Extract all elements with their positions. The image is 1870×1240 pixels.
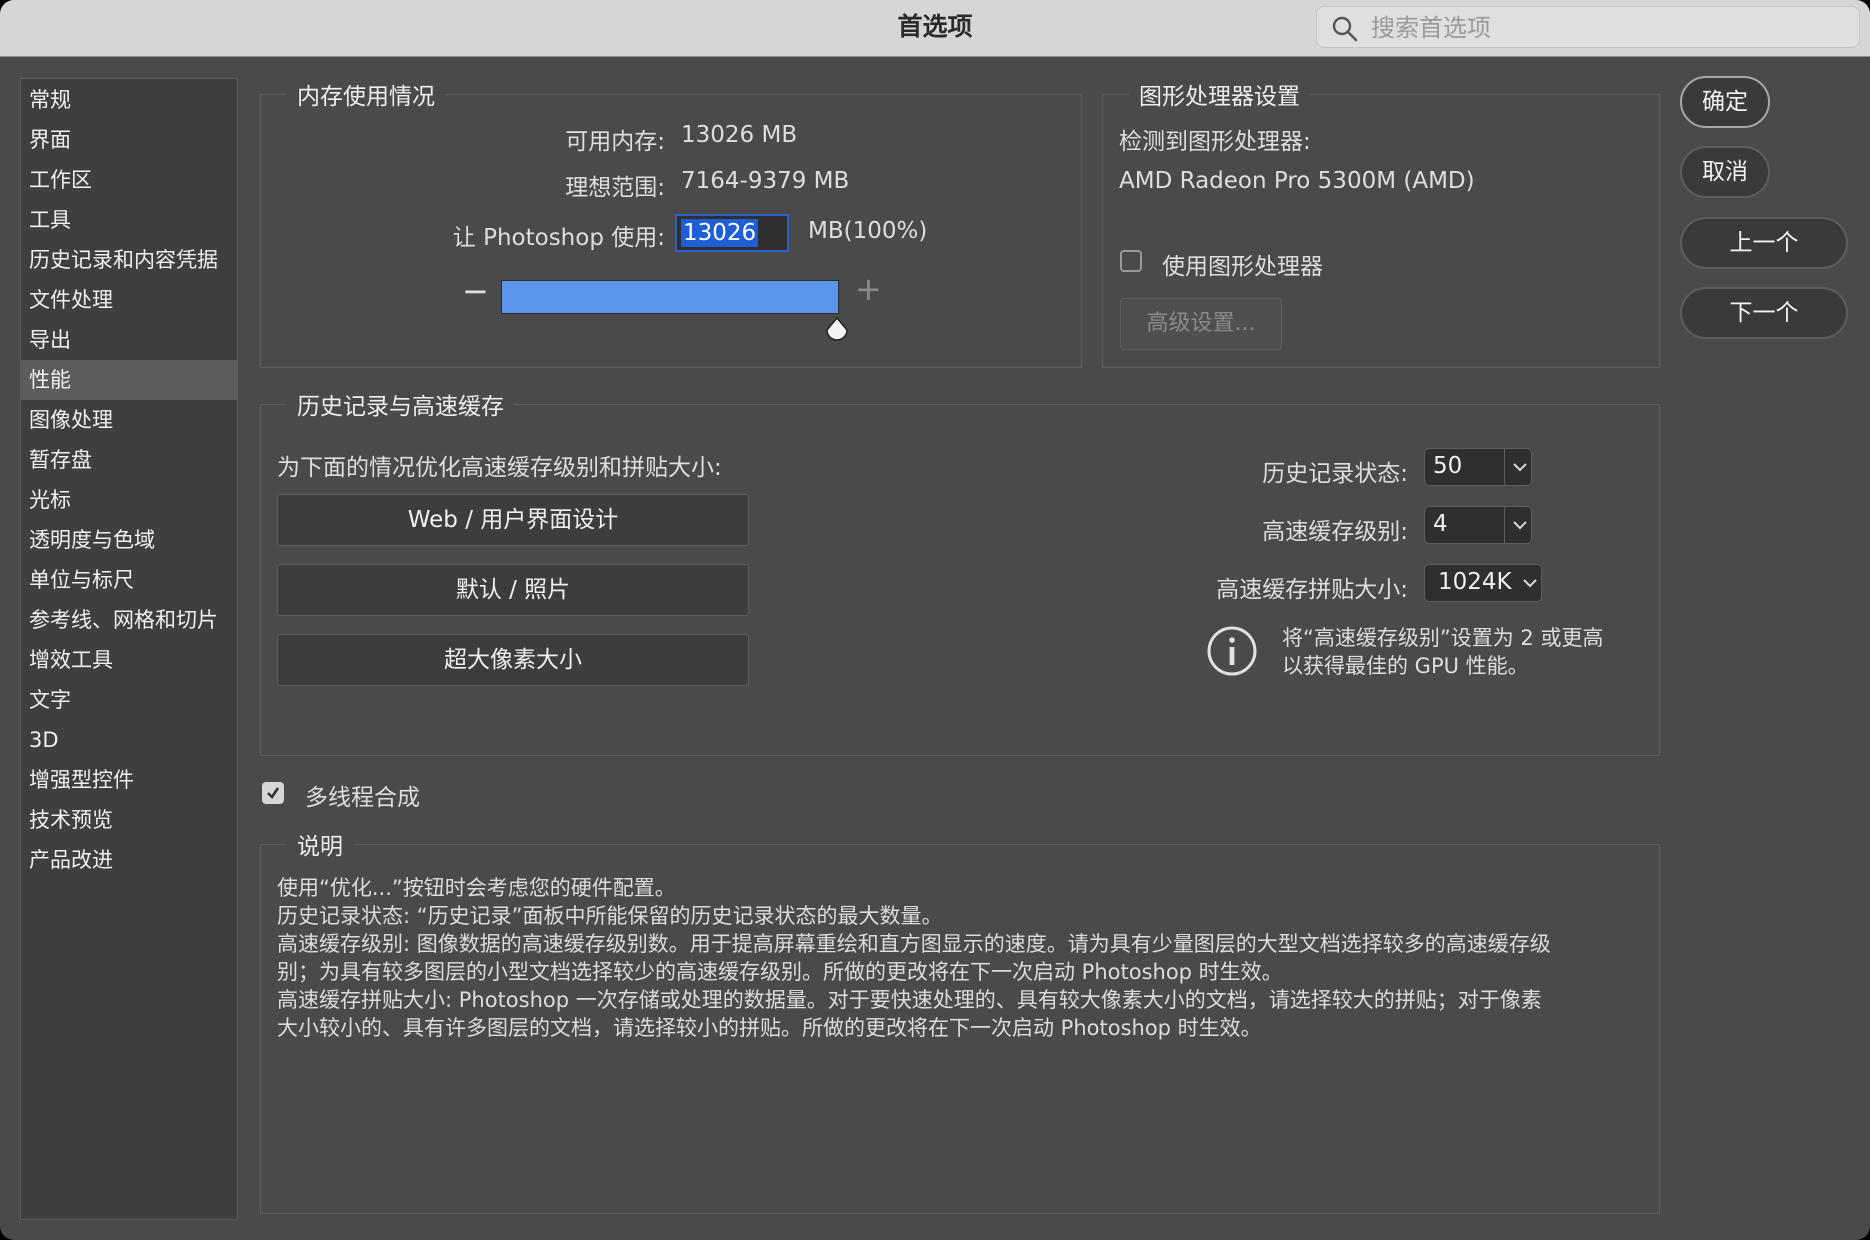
increase-memory-button[interactable]: + [855,270,882,308]
memory-usage-unit: MB(100%) [808,218,928,244]
chevron-down-icon [1513,521,1527,530]
sidebar-item-cursors[interactable]: 光标 [21,480,237,520]
multithreaded-compositing-label: 多线程合成 [305,785,420,811]
sidebar-item-units-rulers[interactable]: 单位与标尺 [21,560,237,600]
sidebar-item-guides-grid[interactable]: 参考线、网格和切片 [21,600,237,640]
ok-button[interactable]: 确定 [1680,76,1770,128]
memory-usage-group: 内存使用情况 [260,77,1082,368]
cache-levels-select[interactable]: 4 [1424,506,1532,544]
description-legend: 说明 [287,827,353,861]
sidebar-item-interface[interactable]: 界面 [21,120,237,160]
sidebar-item-performance[interactable]: 性能 [21,360,237,400]
memory-usage-value: 13026 [681,219,759,247]
search-input[interactable] [1369,11,1843,45]
decrease-memory-button[interactable]: − [462,272,489,310]
sidebar-item-plugins[interactable]: 增效工具 [21,640,237,680]
search-box[interactable] [1316,6,1860,48]
history-states-select[interactable]: 50 [1424,448,1532,486]
search-icon [1332,16,1358,42]
description-line: 高速缓存级别: 图像数据的高速缓存级别数。用于提高屏幕重绘和直方图显示的速度。请… [277,932,1551,956]
use-gpu-label: 使用图形处理器 [1162,254,1323,280]
multithreaded-compositing-checkbox[interactable] [262,782,284,804]
next-button[interactable]: 下一个 [1680,287,1848,339]
sidebar-item-tech-previews[interactable]: 技术预览 [21,800,237,840]
default-photos-button[interactable]: 默认 / 照片 [277,564,749,616]
sidebar-item-general[interactable]: 常规 [21,80,237,120]
sidebar-item-tools[interactable]: 工具 [21,200,237,240]
checkmark-icon [267,787,280,800]
available-memory-label: 可用内存: [565,129,665,155]
memory-slider-track[interactable] [501,280,839,314]
memory-slider-thumb[interactable] [824,316,850,342]
description-line: 历史记录状态: “历史记录”面板中所能保留的历史记录状态的最大数量。 [277,904,943,928]
title-bar: 首选项 [0,0,1870,57]
gpu-name: AMD Radeon Pro 5300M (AMD) [1119,168,1475,194]
optimize-label: 为下面的情况优化高速缓存级别和拼贴大小: [277,455,722,481]
gpu-info-line-1: 将“高速缓存级别”设置为 2 或更高 [1282,626,1604,650]
sidebar-item-export[interactable]: 导出 [21,320,237,360]
sidebar-item-file-handling[interactable]: 文件处理 [21,280,237,320]
chevron-down-icon [1513,463,1527,472]
previous-button[interactable]: 上一个 [1680,217,1848,269]
web-ui-design-button[interactable]: Web / 用户界面设计 [277,494,749,546]
sidebar-item-type[interactable]: 文字 [21,680,237,720]
use-gpu-checkbox[interactable] [1120,250,1142,272]
gpu-settings-legend: 图形处理器设置 [1129,77,1310,111]
info-icon [1207,626,1257,676]
sidebar-item-workspace[interactable]: 工作区 [21,160,237,200]
history-states-label: 历史记录状态: [1262,461,1408,487]
cache-tile-size-label: 高速缓存拼贴大小: [1216,577,1408,603]
description-line: 大小较小的、具有许多图层的文档，请选择较小的拼贴。所做的更改将在下一次启动 Ph… [277,1016,1262,1040]
cache-tile-size-select[interactable]: 1024K [1424,564,1542,602]
description-line: 别；为具有较多图层的小型文档选择较少的高速缓存级别。所做的更改将在下一次启动 P… [277,960,1283,984]
history-states-value: 50 [1433,453,1463,479]
sidebar-item-image-processing[interactable]: 图像处理 [21,400,237,440]
huge-pixel-dimensions-button[interactable]: 超大像素大小 [277,634,749,686]
sidebar-item-3d[interactable]: 3D [21,720,237,760]
sidebar-item-scratch-disks[interactable]: 暂存盘 [21,440,237,480]
cancel-button[interactable]: 取消 [1680,146,1770,198]
memory-usage-legend: 内存使用情况 [287,77,445,111]
description-line: 使用“优化...”按钮时会考虑您的硬件配置。 [277,876,676,900]
cache-levels-value: 4 [1433,511,1448,537]
ideal-range-value: 7164-9379 MB [681,168,850,194]
description-line: 高速缓存拼贴大小: Photoshop 一次存储或处理的数据量。对于要快速处理的… [277,988,1542,1012]
sidebar-item-enhanced-controls[interactable]: 增强型控件 [21,760,237,800]
history-cache-legend: 历史记录与高速缓存 [287,387,514,421]
sidebar-item-product-improvement[interactable]: 产品改进 [21,840,237,880]
available-memory-value: 13026 MB [681,122,798,148]
preferences-window: 首选项 常规 界面 工作区 工具 历史记录和内容凭据 文件处理 导出 性能 图像… [0,0,1870,1240]
cache-levels-label: 高速缓存级别: [1262,519,1408,545]
cache-tile-size-value: 1024K [1438,569,1512,595]
ideal-range-label: 理想范围: [565,175,665,201]
chevron-down-icon [1523,579,1537,588]
advanced-settings-button[interactable]: 高级设置... [1120,298,1282,350]
gpu-info-line-2: 以获得最佳的 GPU 性能。 [1282,654,1529,678]
photoshop-use-label: 让 Photoshop 使用: [452,225,665,251]
sidebar-item-transparency[interactable]: 透明度与色域 [21,520,237,560]
sidebar: 常规 界面 工作区 工具 历史记录和内容凭据 文件处理 导出 性能 图像处理 暂… [20,78,238,1220]
sidebar-item-history-credentials[interactable]: 历史记录和内容凭据 [21,240,237,280]
description-text: 使用“优化...”按钮时会考虑您的硬件配置。 历史记录状态: “历史记录”面板中… [277,874,1647,1042]
memory-usage-input[interactable]: 13026 [675,214,789,252]
detected-gpu-label: 检测到图形处理器: [1119,129,1311,155]
